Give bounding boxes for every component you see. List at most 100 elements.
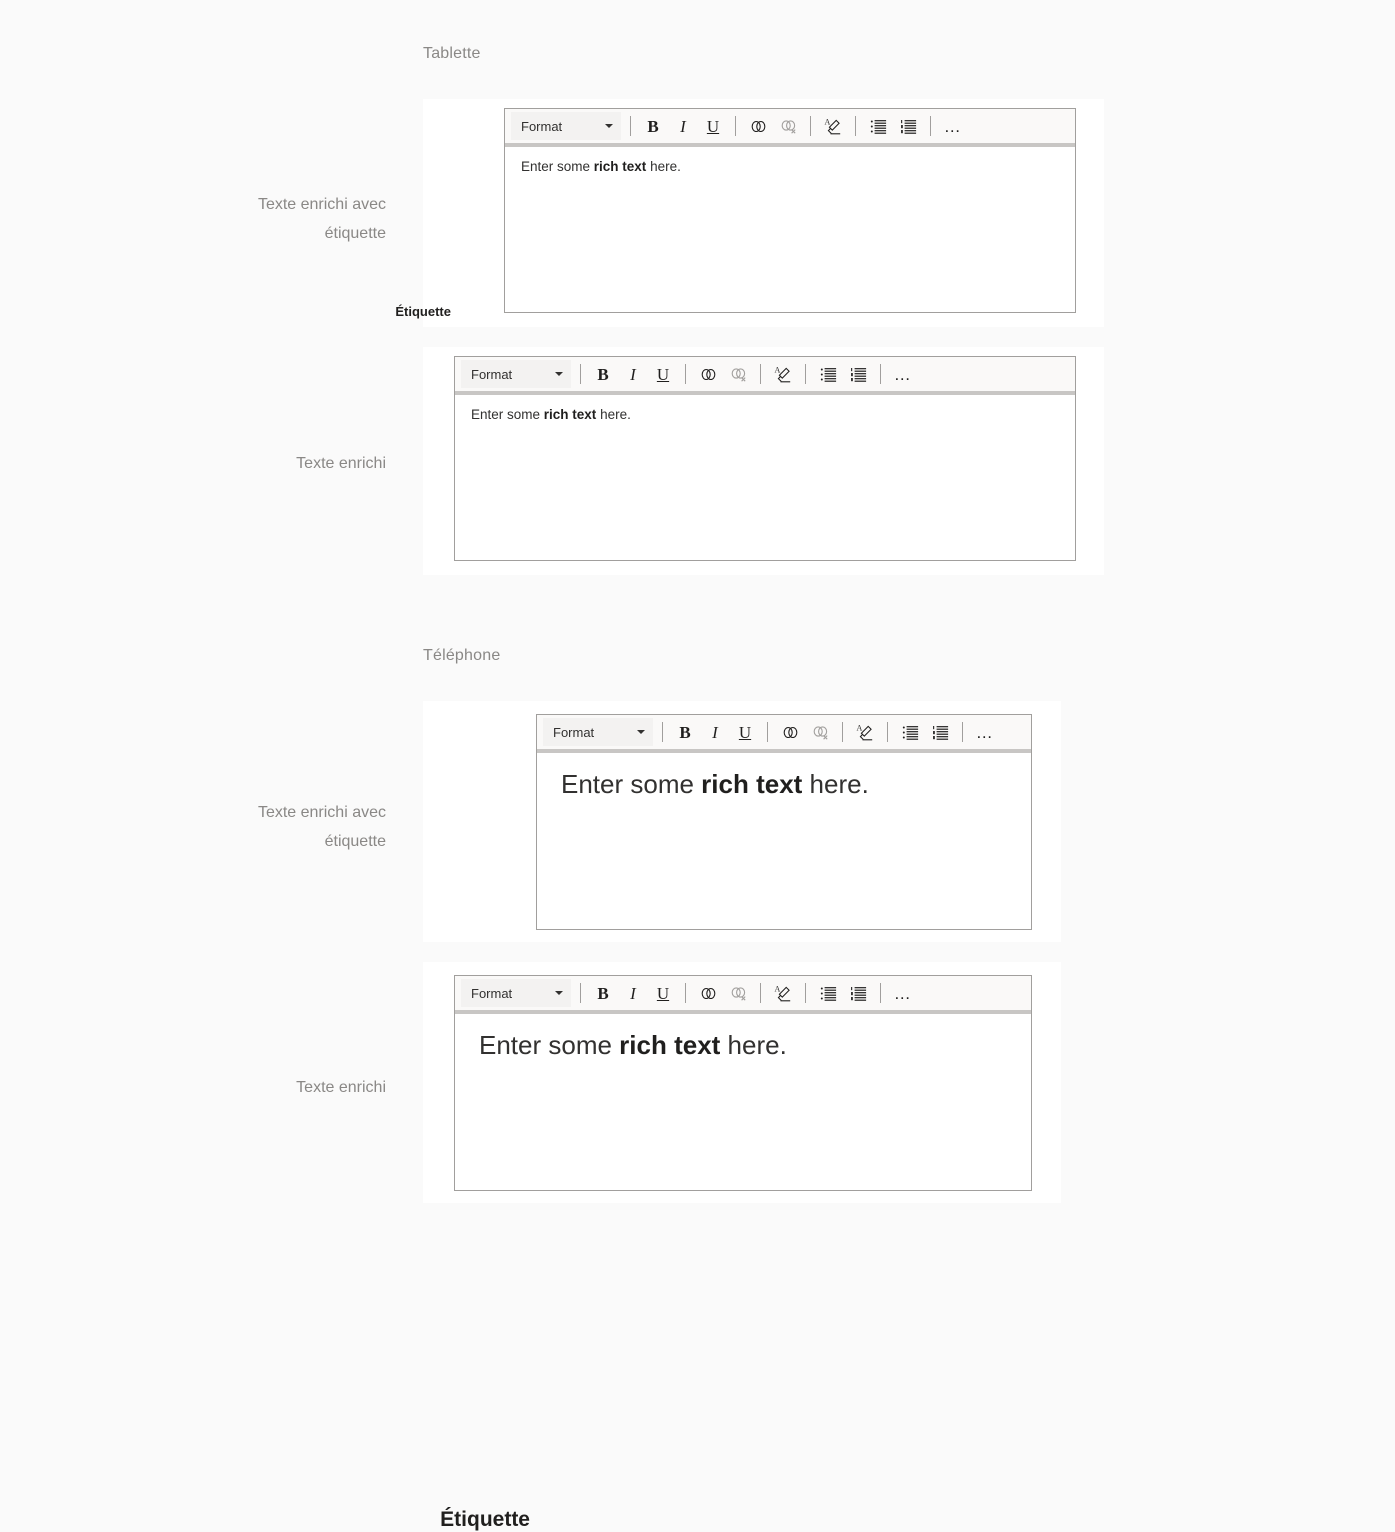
bulleted-list-icon [820,986,836,1001]
italic-button[interactable]: I [668,111,698,141]
editor-text-bold: rich text [543,407,597,422]
link-icon [701,987,715,999]
toolbar-divider [880,983,881,1003]
preview-card-tablet-labeled: Étiquette Format B I U A … Enter some ri… [395,99,1104,327]
bulleted-list-button[interactable] [813,359,843,389]
insert-link-button[interactable] [693,359,723,389]
editor-text-before: Enter some [479,1030,620,1060]
bold-button[interactable]: B [588,359,618,389]
link-icon [701,368,715,380]
preview-card-tablet-plain: Format B I U A … Enter some rich text he… [423,347,1104,575]
remove-link-button[interactable] [723,359,753,389]
insert-link-button[interactable] [775,717,805,747]
italic-button[interactable]: I [618,978,648,1008]
unlink-icon [813,725,828,740]
underline-button[interactable]: U [648,359,678,389]
format-dropdown[interactable]: Format [461,360,571,388]
bold-icon: B [679,722,691,742]
format-dropdown[interactable]: Format [461,979,571,1007]
editor-content-area[interactable]: Enter some rich text here. [505,147,1075,186]
clear-formatting-icon: A [857,724,873,741]
remove-link-button[interactable] [773,111,803,141]
bulleted-list-button[interactable] [895,717,925,747]
more-options-button[interactable]: … [938,111,968,141]
numbered-list-button[interactable] [925,717,955,747]
toolbar-divider [580,983,581,1003]
field-label-tablet-labeled: Étiquette [395,304,451,319]
italic-icon: I [680,116,686,136]
more-options-button[interactable]: … [888,359,918,389]
clear-formatting-button[interactable]: A [768,359,798,389]
unlink-icon [731,986,746,1001]
editor-content-area[interactable]: Enter some rich text here. [537,753,1031,816]
underline-button[interactable]: U [698,111,728,141]
numbered-list-icon [850,367,866,382]
insert-link-button[interactable] [693,978,723,1008]
editor-content-area[interactable]: Enter some rich text here. [455,1014,1031,1077]
numbered-list-button[interactable] [893,111,923,141]
toolbar-divider [805,983,806,1003]
underline-button[interactable]: U [648,978,678,1008]
toolbar-divider [810,116,811,136]
italic-button[interactable]: I [700,717,730,747]
rich-text-editor-phone-plain[interactable]: Format B I U A … Enter some rich text he… [454,975,1032,1191]
section-heading-tablet: Tablette [423,45,481,62]
editor-toolbar: Format B I U A … [505,109,1075,147]
more-options-button[interactable]: … [888,978,918,1008]
bold-button[interactable]: B [588,978,618,1008]
editor-text-bold: rich text [619,1030,721,1060]
bulleted-list-button[interactable] [863,111,893,141]
toolbar-divider [962,722,963,742]
format-dropdown[interactable]: Format [511,112,621,140]
numbered-list-icon [932,725,948,740]
preview-card-phone-plain: Format B I U A … Enter some rich text he… [423,962,1061,1203]
toolbar-divider [767,722,768,742]
bulleted-list-button[interactable] [813,978,843,1008]
editor-text-before: Enter some [471,407,544,422]
toolbar-divider [880,364,881,384]
numbered-list-button[interactable] [843,359,873,389]
format-dropdown-label: Format [471,366,513,382]
clear-formatting-icon: A [775,366,791,383]
italic-button[interactable]: I [618,359,648,389]
more-options-button[interactable]: … [970,717,1000,747]
remove-link-button[interactable] [805,717,835,747]
rich-text-editor-tablet-plain[interactable]: Format B I U A … Enter some rich text he… [454,356,1076,561]
underline-button[interactable]: U [730,717,760,747]
row-description-tablet-plain: Texte enrichi [296,455,386,472]
insert-link-button[interactable] [743,111,773,141]
editor-text-after: here. [596,407,631,422]
remove-link-button[interactable] [723,978,753,1008]
bulleted-list-icon [820,367,836,382]
bold-icon: B [647,116,659,136]
chevron-down-icon [555,372,563,376]
format-dropdown-label: Format [521,118,563,134]
clear-formatting-icon: A [775,985,791,1002]
row-description-tablet-labeled: Texte enrichi avec étiquette [257,196,386,242]
editor-content-area[interactable]: Enter some rich text here. [455,395,1075,434]
clear-formatting-button[interactable]: A [850,717,880,747]
numbered-list-icon [900,119,916,134]
svg-text:A: A [825,118,831,127]
clear-formatting-button[interactable]: A [818,111,848,141]
italic-icon: I [630,983,636,1003]
row-description-phone-labeled: Texte enrichi avec étiquette [257,804,386,850]
rich-text-editor-tablet-labeled[interactable]: Format B I U A … Enter some rich text he… [504,108,1076,313]
ellipsis-icon: … [893,983,913,1003]
rich-text-editor-phone-labeled[interactable]: Format B I U A … Enter some rich text he… [536,714,1032,930]
underline-icon: U [656,983,670,1003]
toolbar-divider [630,116,631,136]
editor-toolbar: Format B I U A … [455,976,1031,1014]
bold-button[interactable]: B [638,111,668,141]
clear-formatting-button[interactable]: A [768,978,798,1008]
underline-icon: U [656,364,670,384]
svg-text:A: A [775,985,781,994]
format-dropdown[interactable]: Format [543,718,653,746]
editor-text-after: here. [802,769,869,799]
numbered-list-button[interactable] [843,978,873,1008]
chevron-down-icon [637,730,645,734]
editor-text-bold: rich text [593,159,647,174]
toolbar-divider [580,364,581,384]
bold-icon: B [597,983,609,1003]
bold-button[interactable]: B [670,717,700,747]
